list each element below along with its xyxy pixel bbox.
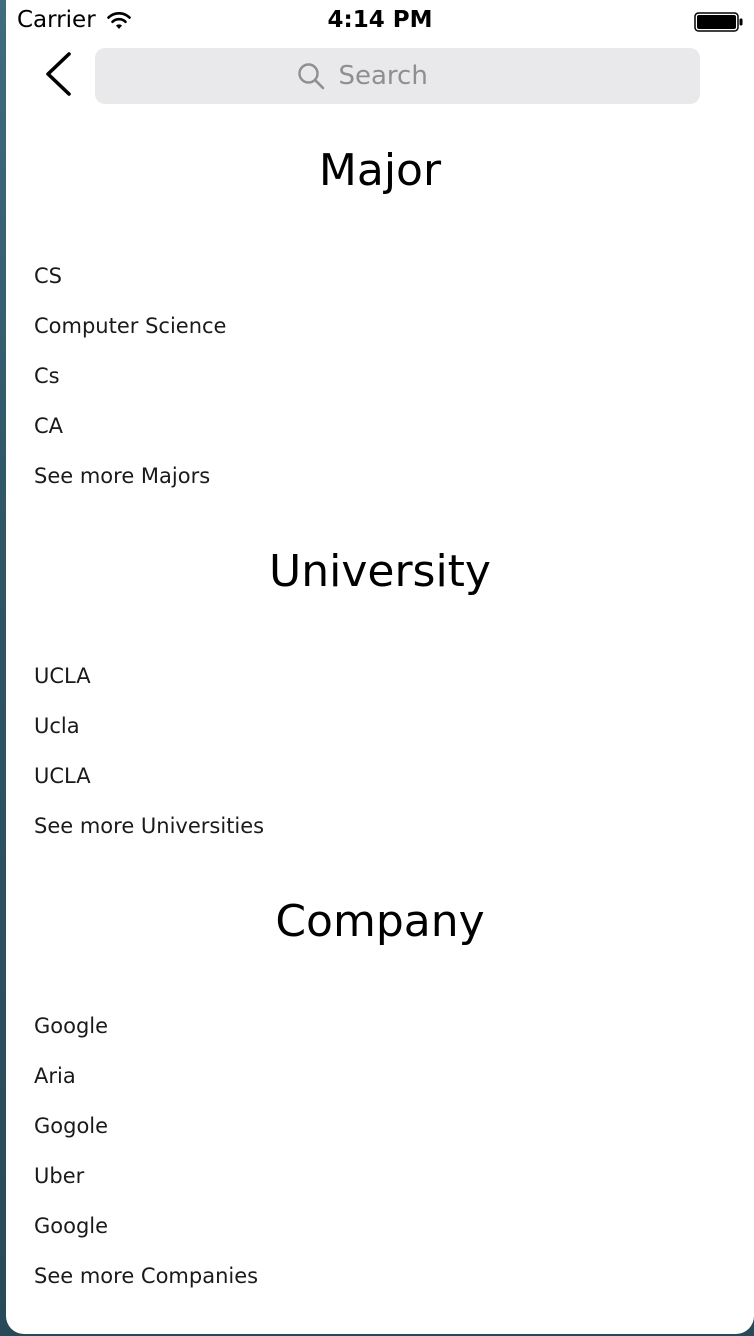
see-more-companies-link[interactable]: See more Companies: [34, 1261, 258, 1291]
list-item-company[interactable]: Aria: [34, 1061, 76, 1091]
section-title-university: University: [269, 546, 491, 597]
search-bar[interactable]: [95, 48, 700, 104]
list-item-university[interactable]: Ucla: [34, 711, 80, 741]
search-icon: [297, 63, 324, 90]
status-time: 4:14 PM: [327, 7, 433, 33]
list-item-company[interactable]: Google: [34, 1211, 108, 1241]
screen: Carrier 4:14 PM Major CS Computer S: [6, 0, 754, 1334]
status-bar: Carrier 4:14 PM: [6, 0, 754, 44]
search-input[interactable]: [338, 61, 459, 91]
list-item-university[interactable]: UCLA: [34, 761, 91, 791]
battery-icon: [694, 12, 743, 32]
section-title-company: Company: [275, 896, 485, 947]
see-more-universities-link[interactable]: See more Universities: [34, 811, 264, 841]
list-item-company[interactable]: Google: [34, 1011, 108, 1041]
chevron-left-icon: [46, 52, 71, 96]
section-title-major: Major: [318, 145, 442, 196]
list-item-major[interactable]: Computer Science: [34, 311, 226, 341]
back-button[interactable]: [36, 48, 82, 98]
list-item-company[interactable]: Gogole: [34, 1111, 108, 1141]
list-item-major[interactable]: CS: [34, 261, 62, 291]
list-item-major[interactable]: CA: [34, 411, 63, 441]
see-more-majors-link[interactable]: See more Majors: [34, 461, 210, 491]
list-item-major[interactable]: Cs: [34, 361, 60, 391]
list-item-university[interactable]: UCLA: [34, 661, 91, 691]
list-item-company[interactable]: Uber: [34, 1161, 84, 1191]
